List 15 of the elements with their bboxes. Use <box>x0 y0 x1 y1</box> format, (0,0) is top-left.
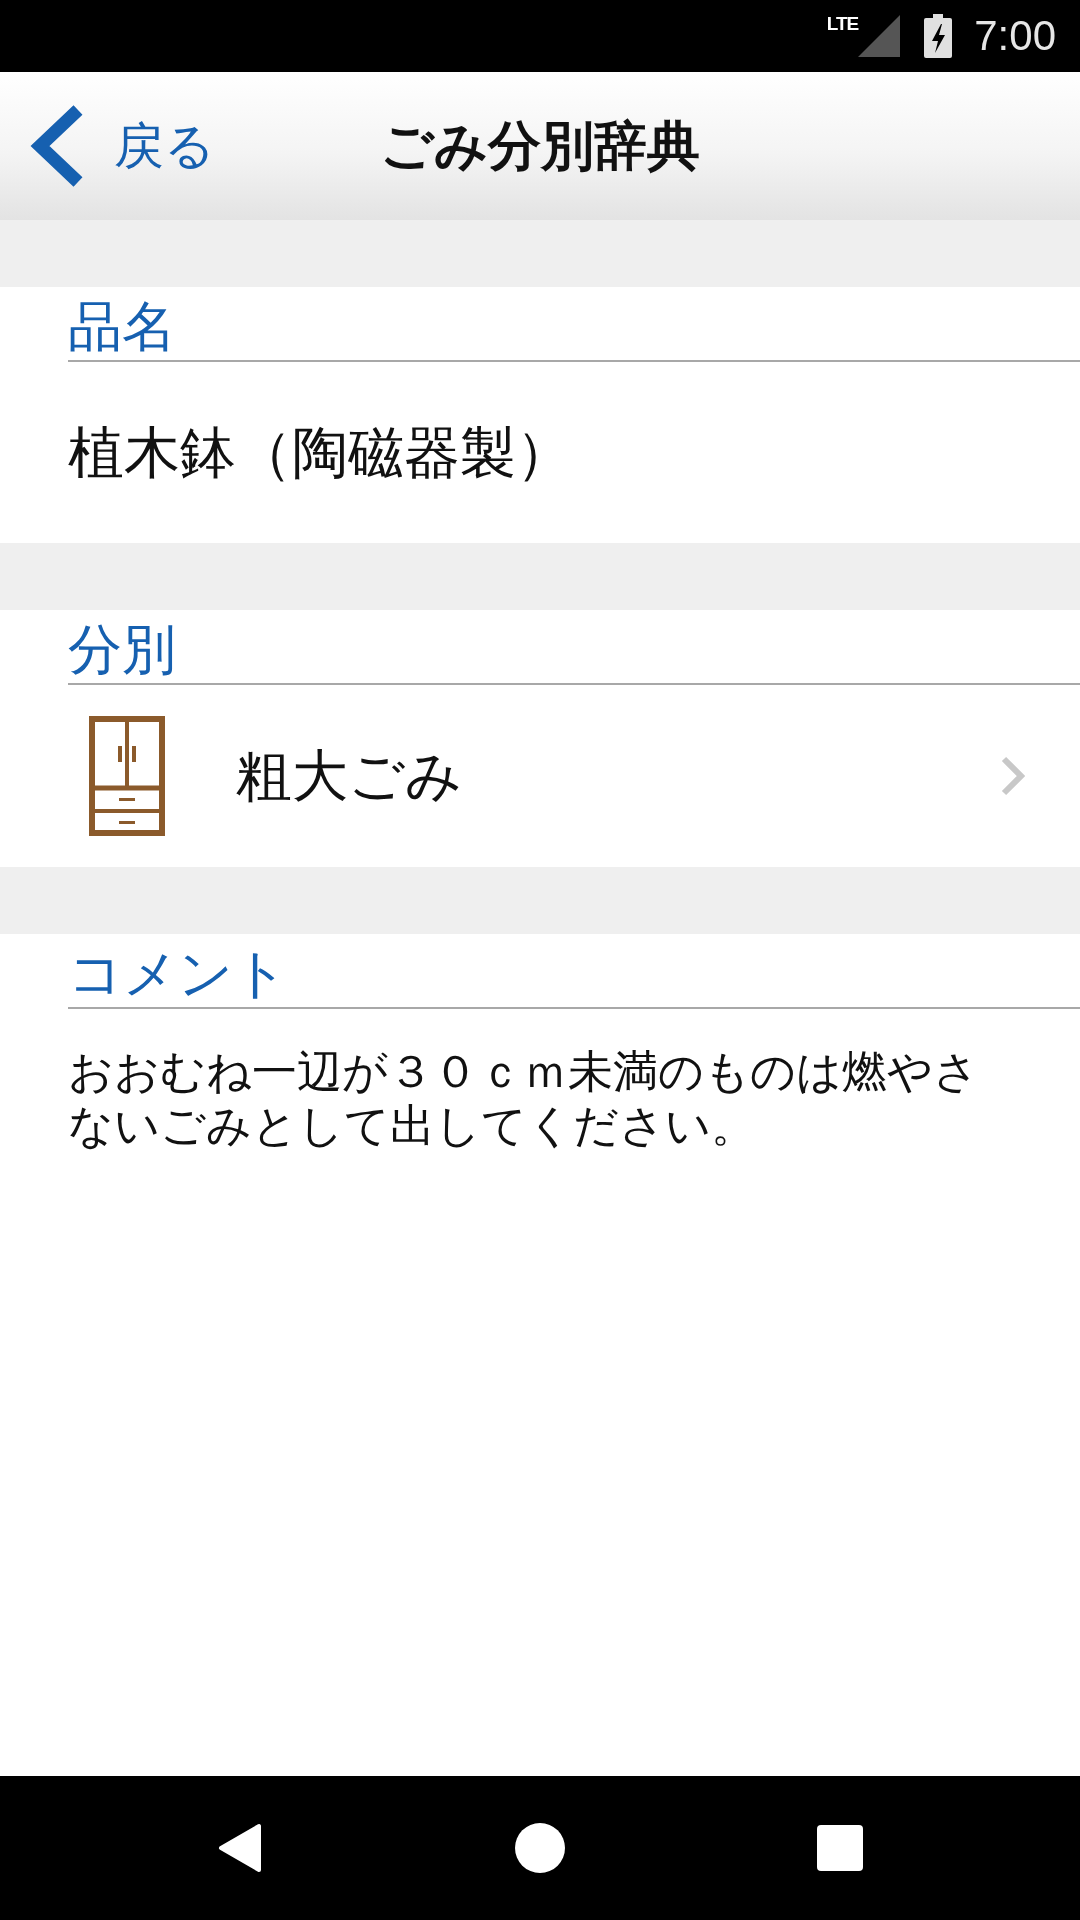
network-type-label: LTE <box>826 14 859 34</box>
comment-text: おおむね一辺が３０ｃｍ未満のものは燃やさないごみとして出してください。 <box>68 1045 980 1153</box>
item-name: 植木鉢（陶磁器製） <box>68 419 572 486</box>
section-label: 分別 <box>68 618 176 681</box>
back-icon[interactable] <box>218 1823 262 1873</box>
cabinet-icon <box>89 716 165 836</box>
screen-title: ごみ分別辞典 <box>380 114 700 178</box>
signal-icon <box>858 15 901 57</box>
clock-time: 7:00 <box>974 11 1056 61</box>
section-label: 品名 <box>68 295 176 358</box>
chevron-left-icon <box>30 104 84 188</box>
back-button[interactable]: 戻る <box>30 98 215 194</box>
section-label: コメント <box>68 942 288 1005</box>
home-icon[interactable] <box>515 1823 565 1873</box>
chevron-right-icon <box>1000 755 1026 797</box>
